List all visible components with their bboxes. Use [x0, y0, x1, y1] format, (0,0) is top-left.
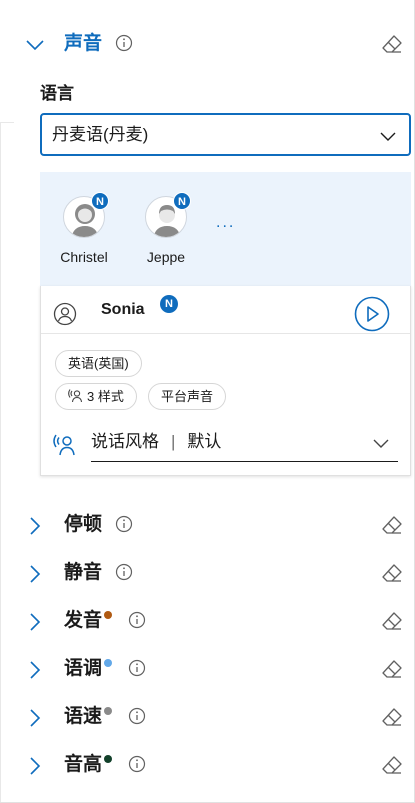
status-dot	[104, 707, 113, 715]
language-select-value: 丹麦语(丹麦)	[52, 125, 149, 144]
chevron-down-icon	[373, 439, 389, 448]
info-icon[interactable]	[115, 34, 133, 52]
chevron-right-icon[interactable]	[24, 515, 46, 537]
eraser-icon[interactable]	[381, 706, 403, 728]
underline	[91, 461, 398, 462]
speaking-style-select[interactable]: 说话风格 | 默认	[53, 426, 398, 462]
section-title: 语调	[64, 657, 113, 681]
speaking-style-label: 说话风格	[91, 432, 159, 451]
status-dot	[104, 755, 113, 763]
eraser-icon[interactable]	[381, 658, 403, 680]
speaker-wave-icon	[68, 389, 83, 403]
section-title-text: 语速	[64, 706, 103, 727]
section-pitch-header[interactable]: 音高	[0, 745, 415, 785]
section-pronunciation-header[interactable]: 发音	[0, 601, 415, 641]
locale-chip: 英语(英国)	[55, 350, 142, 377]
section-intonation-header[interactable]: 语调	[0, 649, 415, 689]
styles-chip-label: 3 样式	[87, 389, 124, 404]
voice-name: Christel	[60, 249, 108, 265]
language-label: 语言	[40, 84, 74, 103]
selected-voice-card: Sonia N 英语(英国) 3 样式 平台声音 说话风格 | 默认	[40, 286, 411, 476]
section-voice-header[interactable]: 声音	[0, 24, 415, 64]
new-badge: N	[173, 192, 191, 210]
voice-option-jeppe[interactable]: N Jeppe	[136, 192, 196, 266]
section-title: 停顿	[64, 514, 103, 535]
section-silence-header[interactable]: 静音	[0, 553, 415, 593]
new-badge: N	[91, 192, 109, 210]
section-title-text: 语调	[64, 658, 103, 679]
language-select[interactable]: 丹麦语(丹麦)	[40, 113, 411, 156]
eraser-icon[interactable]	[381, 33, 403, 55]
eraser-icon[interactable]	[381, 514, 403, 536]
info-icon[interactable]	[128, 755, 146, 773]
section-title: 音高	[64, 753, 113, 777]
section-pause-header[interactable]: 停顿	[0, 505, 415, 545]
section-title: 声音	[64, 33, 103, 54]
section-title: 语速	[64, 705, 113, 729]
chevron-right-icon[interactable]	[24, 755, 46, 777]
eraser-icon[interactable]	[381, 754, 403, 776]
speaking-style-text: 说话风格 | 默认	[91, 431, 221, 453]
info-icon[interactable]	[128, 707, 146, 725]
chevron-down-icon	[380, 132, 396, 141]
info-icon[interactable]	[128, 611, 146, 629]
info-icon[interactable]	[115, 563, 133, 581]
chevron-down-icon[interactable]	[24, 34, 46, 56]
section-title-text: 音高	[64, 754, 103, 775]
section-title: 发音	[64, 609, 113, 633]
selected-voice-name: Sonia	[101, 301, 145, 318]
section-title: 静音	[64, 562, 103, 583]
speaking-style-value: 默认	[187, 432, 222, 451]
chevron-right-icon[interactable]	[24, 563, 46, 585]
section-rate-header[interactable]: 语速	[0, 697, 415, 737]
info-icon[interactable]	[128, 659, 146, 677]
divider	[0, 122, 14, 123]
chevron-right-icon[interactable]	[24, 659, 46, 681]
voice-option-christel[interactable]: N Christel	[54, 192, 114, 266]
platform-chip: 平台声音	[148, 383, 227, 410]
info-icon[interactable]	[115, 515, 133, 533]
chevron-right-icon[interactable]	[24, 707, 46, 729]
voice-name: Jeppe	[146, 249, 186, 265]
eraser-icon[interactable]	[381, 562, 403, 584]
section-title-text: 发音	[64, 610, 103, 631]
new-badge: N	[160, 295, 178, 313]
speaking-style-icon	[53, 434, 75, 456]
status-dot	[104, 611, 113, 619]
voice-list: N Christel N Jeppe ...	[40, 172, 411, 286]
person-icon	[53, 302, 77, 326]
play-icon[interactable]	[354, 296, 390, 332]
chevron-right-icon[interactable]	[24, 611, 46, 633]
selected-voice-header: Sonia N	[41, 286, 410, 334]
more-voices-button[interactable]: ...	[216, 214, 235, 232]
eraser-icon[interactable]	[381, 610, 403, 632]
separator: |	[171, 432, 176, 451]
status-dot	[104, 659, 113, 667]
styles-chip: 3 样式	[55, 383, 137, 410]
